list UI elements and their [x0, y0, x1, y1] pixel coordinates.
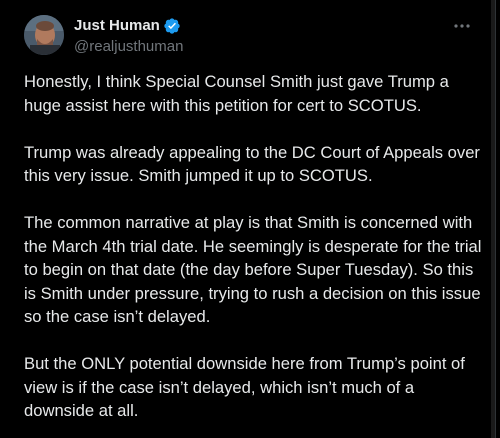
- tweet-paragraph: The common narrative at play is that Smi…: [24, 213, 482, 326]
- display-name[interactable]: Just Human: [74, 16, 160, 36]
- avatar-image: [24, 15, 64, 55]
- author-handle[interactable]: @realjusthuman: [74, 37, 183, 57]
- tweet-card: Just Human @realjusthuman Honestly, I th…: [0, 0, 496, 438]
- scrollbar-track[interactable]: [491, 0, 495, 438]
- more-options-icon[interactable]: [451, 16, 473, 36]
- tweet-paragraph: Trump was already appealing to the DC Co…: [24, 142, 480, 186]
- tweet-paragraph: But the ONLY potential downside here fro…: [24, 354, 465, 420]
- tweet-paragraph: Honestly, I think Special Counsel Smith …: [24, 72, 449, 115]
- tweet-text: Honestly, I think Special Counsel Smith …: [24, 70, 484, 423]
- avatar[interactable]: [24, 15, 64, 55]
- author-name-row[interactable]: Just Human: [74, 16, 181, 36]
- verified-badge-icon[interactable]: [163, 17, 181, 35]
